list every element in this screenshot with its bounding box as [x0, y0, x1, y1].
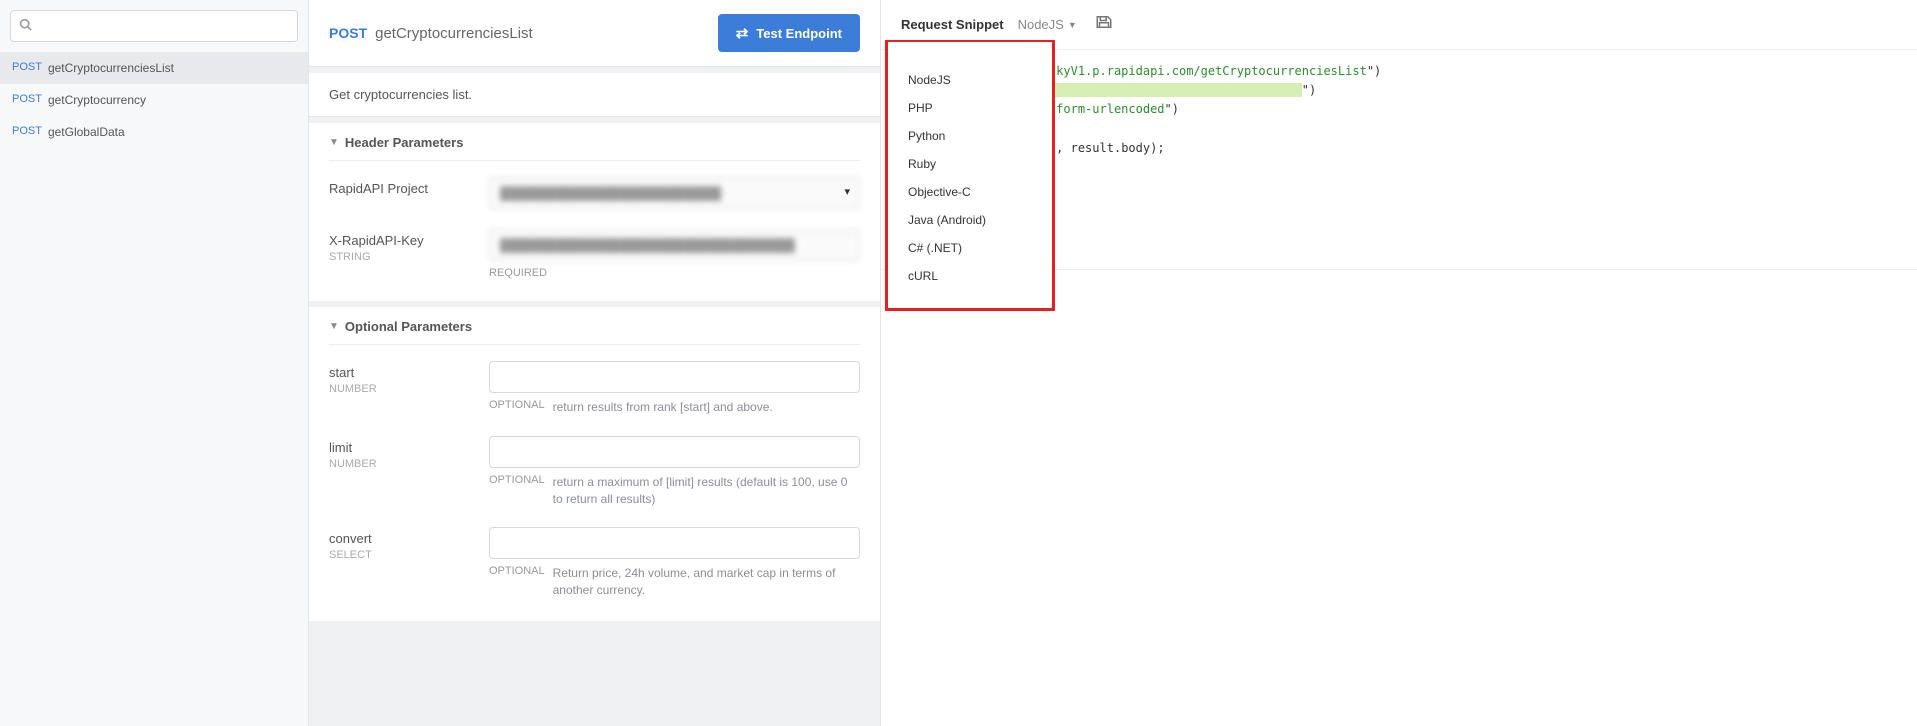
param-desc: return a maximum of [limit] results (def… — [553, 474, 860, 508]
section-toggle-header-params[interactable]: ▼ Header Parameters — [329, 135, 860, 161]
param-desc: Return price, 24h volume, and market cap… — [553, 565, 860, 599]
endpoint-method: POST — [12, 93, 42, 107]
dropdown-item-csharp[interactable]: C# (.NET) — [900, 234, 1040, 262]
endpoint-item-getCryptocurrenciesList[interactable]: POST getCryptocurrenciesList — [0, 52, 308, 84]
rapidapi-project-select[interactable] — [489, 177, 860, 209]
swap-icon: ⇄ — [736, 24, 749, 42]
param-row-rapidapi-key: X-RapidAPI-Key STRING REQUIRED — [329, 213, 860, 283]
search-input-wrap[interactable] — [10, 10, 298, 42]
endpoint-list: POST getCryptocurrenciesList POST getCry… — [0, 52, 308, 726]
endpoint-header: POST getCryptocurrenciesList ⇄ Test Endp… — [309, 0, 880, 67]
endpoint-name: getCryptocurrency — [48, 93, 146, 107]
save-icon[interactable] — [1095, 14, 1113, 35]
param-name: limit — [329, 440, 469, 455]
endpoint-method-badge: POST — [329, 25, 367, 41]
param-tag: OPTIONAL — [489, 565, 545, 577]
param-row-limit: limit NUMBER OPTIONAL return a maximum o… — [329, 420, 860, 512]
param-type: NUMBER — [329, 383, 469, 395]
param-desc: return results from rank [start] and abo… — [553, 399, 773, 416]
language-dropdown: NodeJS PHP Python Ruby Objective-C Java … — [885, 40, 1055, 311]
endpoint-name: getCryptocurrenciesList — [48, 61, 174, 75]
param-tag: OPTIONAL — [489, 474, 545, 486]
request-snippet-panel: Request Snippet NodeJS ▼ NodeJS PHP Pyth… — [880, 0, 1917, 726]
param-tag: REQUIRED — [489, 267, 547, 279]
optional-params-section: ▼ Optional Parameters start NUMBER OPTIO… — [309, 307, 880, 621]
header-params-section: ▼ Header Parameters RapidAPI Project X-R… — [309, 123, 880, 301]
language-selected-label: NodeJS — [1018, 17, 1064, 32]
param-type: NUMBER — [329, 458, 469, 470]
endpoint-name: getGlobalData — [48, 125, 125, 139]
dropdown-item-python[interactable]: Python — [900, 122, 1040, 150]
convert-input[interactable] — [489, 527, 860, 559]
test-button-label: Test Endpoint — [756, 26, 842, 41]
param-type: STRING — [329, 251, 469, 263]
snippet-title: Request Snippet — [901, 17, 1004, 32]
dropdown-item-php[interactable]: PHP — [900, 94, 1040, 122]
param-type: SELECT — [329, 549, 469, 561]
param-row-rapidapi-project: RapidAPI Project — [329, 161, 860, 213]
section-toggle-optional-params[interactable]: ▼ Optional Parameters — [329, 319, 860, 345]
language-select[interactable]: NodeJS ▼ — [1018, 17, 1077, 32]
dropdown-item-objc[interactable]: Objective-C — [900, 178, 1040, 206]
param-row-convert: convert SELECT OPTIONAL Return price, 24… — [329, 511, 860, 603]
param-name: X-RapidAPI-Key — [329, 233, 469, 248]
chevron-down-icon: ▼ — [1068, 20, 1077, 30]
chevron-down-icon: ▼ — [329, 137, 339, 148]
endpoint-item-getCryptocurrency[interactable]: POST getCryptocurrency — [0, 84, 308, 116]
dropdown-item-nodejs[interactable]: NodeJS — [900, 66, 1040, 94]
dropdown-item-curl[interactable]: cURL — [900, 262, 1040, 290]
start-input[interactable] — [489, 361, 860, 393]
endpoint-item-getGlobalData[interactable]: POST getGlobalData — [0, 116, 308, 148]
dropdown-item-java[interactable]: Java (Android) — [900, 206, 1040, 234]
param-name: start — [329, 365, 469, 380]
param-tag: OPTIONAL — [489, 399, 545, 411]
endpoint-title: getCryptocurrenciesList — [375, 25, 533, 42]
endpoint-description: Get cryptocurrencies list. — [309, 73, 880, 117]
section-title: Optional Parameters — [345, 319, 472, 334]
endpoint-method: POST — [12, 61, 42, 75]
param-name: convert — [329, 531, 469, 546]
test-endpoint-button[interactable]: ⇄ Test Endpoint — [718, 14, 860, 52]
dropdown-item-ruby[interactable]: Ruby — [900, 150, 1040, 178]
param-row-start: start NUMBER OPTIONAL return results fro… — [329, 345, 860, 420]
search-input[interactable] — [38, 19, 289, 34]
chevron-down-icon: ▼ — [329, 321, 339, 332]
endpoint-method: POST — [12, 125, 42, 139]
endpoint-detail-panel: POST getCryptocurrenciesList ⇄ Test Endp… — [309, 0, 880, 726]
endpoint-sidebar: POST getCryptocurrenciesList POST getCry… — [0, 0, 309, 726]
param-name: RapidAPI Project — [329, 181, 469, 196]
limit-input[interactable] — [489, 436, 860, 468]
rapidapi-key-input[interactable] — [489, 229, 860, 261]
search-icon — [19, 18, 32, 34]
section-title: Header Parameters — [345, 135, 464, 150]
